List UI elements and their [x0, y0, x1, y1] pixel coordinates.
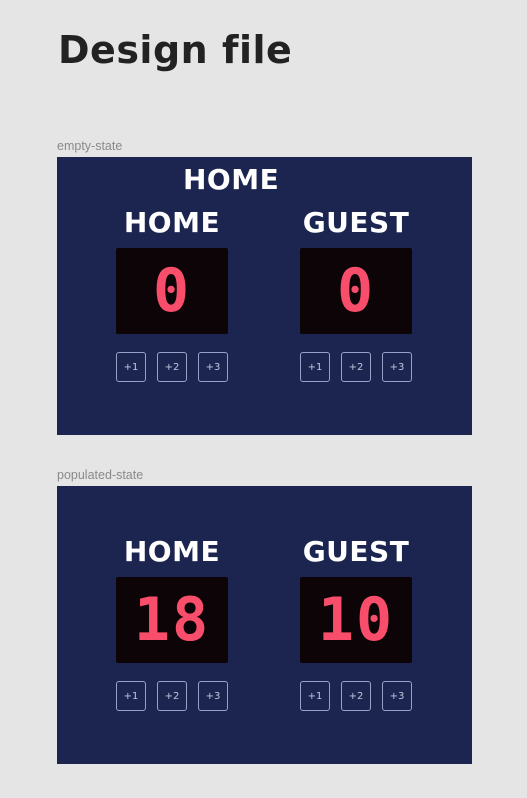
frame-label-empty-state: empty-state: [57, 139, 123, 153]
home-team-name: HOME: [123, 535, 221, 568]
stray-home-heading: HOME: [183, 163, 280, 196]
guest-score-buttons: +1 +2 +3: [300, 681, 412, 711]
home-add-1-button[interactable]: +1: [116, 352, 146, 382]
guest-score-buttons: +1 +2 +3: [300, 352, 412, 382]
home-add-2-button[interactable]: +2: [157, 681, 187, 711]
guest-score-display: 0: [300, 248, 412, 334]
home-team-panel: HOME 18: [116, 532, 228, 663]
guest-add-2-button[interactable]: +2: [341, 681, 371, 711]
home-score-buttons: +1 +2 +3: [116, 681, 228, 711]
page-title: Design file: [58, 28, 293, 72]
guest-team-panel: GUEST 0: [300, 203, 412, 334]
guest-score-display: 10: [300, 577, 412, 663]
frame-label-populated-state: populated-state: [57, 468, 144, 482]
scoreboard-empty-state: HOME HOME 0 +1 +2 +3 GUEST 0 +1 +2 +3: [57, 157, 472, 435]
guest-team-name: GUEST: [302, 206, 410, 239]
home-score-display: 18: [116, 577, 228, 663]
guest-add-3-button[interactable]: +3: [382, 681, 412, 711]
home-team-panel: HOME 0: [116, 203, 228, 334]
scoreboard-populated-state: HOME 18 +1 +2 +3 GUEST 10 +1 +2 +3: [57, 486, 472, 764]
guest-add-1-button[interactable]: +1: [300, 681, 330, 711]
home-score-buttons: +1 +2 +3: [116, 352, 228, 382]
home-add-2-button[interactable]: +2: [157, 352, 187, 382]
home-add-3-button[interactable]: +3: [198, 352, 228, 382]
guest-add-1-button[interactable]: +1: [300, 352, 330, 382]
guest-add-2-button[interactable]: +2: [341, 352, 371, 382]
guest-team-name: GUEST: [302, 535, 410, 568]
guest-add-3-button[interactable]: +3: [382, 352, 412, 382]
home-add-1-button[interactable]: +1: [116, 681, 146, 711]
home-add-3-button[interactable]: +3: [198, 681, 228, 711]
home-score-display: 0: [116, 248, 228, 334]
guest-team-panel: GUEST 10: [300, 532, 412, 663]
home-team-name: HOME: [123, 206, 221, 239]
